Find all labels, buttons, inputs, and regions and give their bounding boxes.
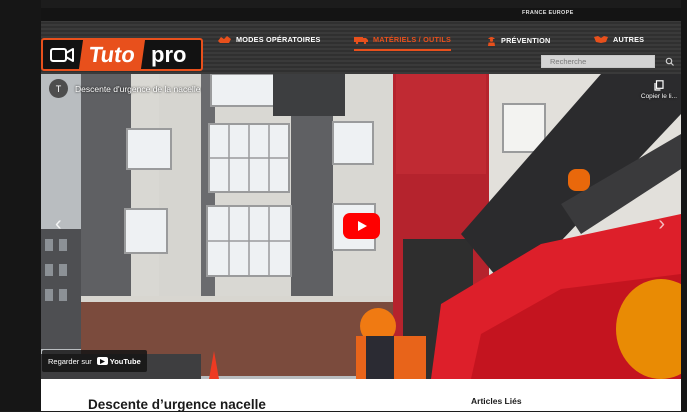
play-button[interactable] bbox=[343, 213, 380, 239]
region-selector[interactable]: FRANCE EUROPE bbox=[522, 10, 574, 16]
copy-icon bbox=[654, 80, 664, 91]
search-bar bbox=[541, 54, 677, 69]
nav-label: MODES OPÉRATOIRES bbox=[236, 35, 321, 44]
video-title[interactable]: Descente d'urgence de la nacelle bbox=[75, 84, 200, 94]
left-margin bbox=[0, 0, 41, 411]
site-logo[interactable]: Tuto pro bbox=[41, 38, 203, 71]
search-input[interactable] bbox=[541, 55, 655, 68]
hands-icon bbox=[218, 36, 231, 43]
nav-label: MATÉRIELS / OUTILS bbox=[373, 35, 452, 44]
main-nav: MODES OPÉRATOIRES MATÉRIELS / OUTILS PRÉ… bbox=[206, 30, 681, 52]
video-player[interactable]: T Descente d'urgence de la nacelle Copie… bbox=[41, 74, 681, 379]
page-content: Descente d’urgence nacelle Articles Liés bbox=[41, 379, 681, 412]
youtube-play-icon bbox=[96, 357, 108, 365]
handshake-icon bbox=[594, 36, 608, 43]
page-title: Descente d’urgence nacelle bbox=[88, 397, 266, 412]
copy-link-button[interactable]: Copier le li... bbox=[641, 80, 677, 100]
channel-avatar[interactable]: T bbox=[49, 79, 68, 98]
nav-label: PRÉVENTION bbox=[501, 36, 551, 45]
search-icon[interactable] bbox=[665, 57, 675, 67]
copy-link-label: Copier le li... bbox=[640, 93, 677, 100]
video-title-bar[interactable]: T Descente d'urgence de la nacelle bbox=[49, 79, 200, 98]
header-top-bar bbox=[41, 8, 681, 21]
chevron-right-icon[interactable]: › bbox=[658, 213, 665, 236]
play-icon bbox=[357, 221, 367, 231]
watch-on-youtube-button[interactable]: Regarder sur YouTube bbox=[42, 350, 147, 372]
watch-label: Regarder sur bbox=[48, 356, 92, 366]
nav-item-materiels-outils[interactable]: MATÉRIELS / OUTILS bbox=[354, 35, 452, 51]
video-camera-icon bbox=[43, 40, 81, 69]
youtube-logo: YouTube bbox=[96, 356, 141, 366]
nav-label: AUTRES bbox=[613, 35, 645, 44]
logo-word-pro: pro bbox=[151, 41, 187, 67]
related-articles-heading: Articles Liés bbox=[471, 396, 522, 406]
active-underline bbox=[354, 49, 452, 51]
nav-item-autres[interactable]: AUTRES bbox=[594, 35, 644, 44]
worker-icon bbox=[488, 37, 495, 46]
right-margin bbox=[681, 0, 687, 411]
nav-item-prevention[interactable]: PRÉVENTION bbox=[487, 35, 550, 46]
chevron-left-icon[interactable]: ‹ bbox=[55, 213, 62, 236]
truck-icon bbox=[354, 37, 368, 44]
youtube-label: YouTube bbox=[109, 356, 141, 366]
logo-word-tuto: Tuto bbox=[78, 40, 146, 69]
nav-item-modes-operatoires[interactable]: MODES OPÉRATOIRES bbox=[218, 35, 321, 44]
